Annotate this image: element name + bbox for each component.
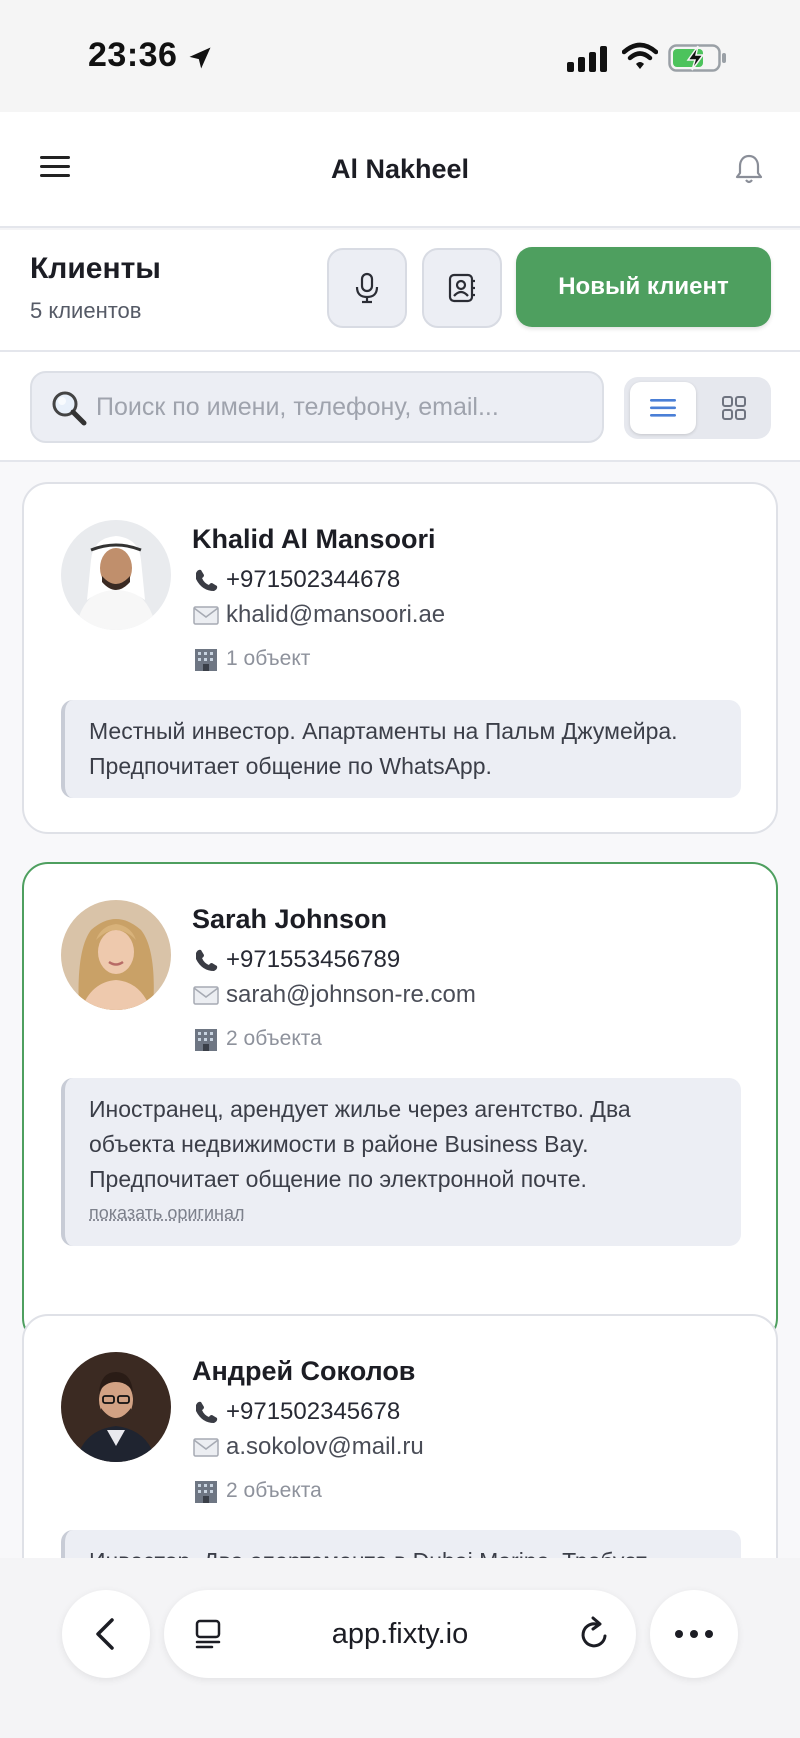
ellipsis-icon <box>675 1630 713 1638</box>
client-objects-text: 1 объект <box>226 647 311 670</box>
contact-book-icon <box>448 273 475 303</box>
view-toggle <box>624 377 771 439</box>
client-phone[interactable]: +971553456789 <box>192 946 400 974</box>
client-name: Sarah Johnson <box>192 904 388 934</box>
client-email[interactable]: a.sokolov@mail.ru <box>192 1433 424 1461</box>
client-note-text: Местный инвестор. Апартаменты на Пальм Д… <box>89 718 678 779</box>
client-note-text: Инвестор. Два апартамента в Dubai Marina… <box>89 1548 647 1558</box>
client-card[interactable]: Khalid Al Mansoori +971502344678 khalid@… <box>22 482 778 834</box>
client-email[interactable]: khalid@mansoori.ae <box>192 601 445 629</box>
search-box[interactable] <box>30 371 604 443</box>
wifi-icon <box>622 42 658 69</box>
bell-icon[interactable] <box>734 152 764 186</box>
page-title: Клиенты <box>30 252 161 285</box>
grid-view-button[interactable] <box>702 382 766 434</box>
envelope-icon <box>193 606 219 625</box>
clients-toolbar: Клиенты 5 клиентов Новый клиент <box>0 230 800 352</box>
client-objects-text: 2 объекта <box>226 1027 322 1050</box>
more-options-button[interactable] <box>650 1590 738 1678</box>
chevron-left-icon <box>96 1618 114 1650</box>
status-time: 23:36 <box>88 36 178 74</box>
avatar <box>61 900 171 1010</box>
building-icon <box>195 1029 217 1051</box>
url-text: app.fixty.io <box>331 1618 469 1650</box>
client-phone-text: +971502344678 <box>226 566 401 593</box>
import-contacts-button[interactable] <box>422 248 502 328</box>
browser-toolbar: app.fixty.io <box>0 1558 800 1738</box>
building-icon <box>195 649 217 671</box>
client-email-text: a.sokolov@mail.ru <box>226 1433 424 1460</box>
client-name: Khalid Al Mansoori <box>192 524 436 554</box>
client-email-text: sarah@johnson-re.com <box>226 981 476 1008</box>
client-objects: 2 объекта <box>192 1026 322 1052</box>
client-phone[interactable]: +971502345678 <box>192 1398 400 1426</box>
phone-icon <box>196 1401 218 1423</box>
building-icon <box>195 1481 217 1503</box>
client-email-text: khalid@mansoori.ae <box>226 601 446 628</box>
phone-icon <box>196 949 218 971</box>
app-title: Al Nakheel <box>330 154 470 184</box>
address-bar[interactable]: app.fixty.io <box>164 1590 636 1678</box>
grid-icon <box>722 396 746 420</box>
voice-input-button[interactable] <box>327 248 407 328</box>
location-arrow-icon <box>189 47 211 69</box>
list-icon <box>650 399 676 417</box>
microphone-icon <box>355 272 379 304</box>
cellular-signal-icon <box>567 46 607 72</box>
client-objects-text: 2 объекта <box>226 1479 322 1502</box>
phone-icon <box>196 569 218 591</box>
client-card[interactable]: Андрей Соколов +971502345678 a.sokolov@m… <box>22 1314 778 1558</box>
client-note-text: Иностранец, арендует жилье через агентст… <box>89 1096 631 1192</box>
list-view-button[interactable] <box>630 382 696 434</box>
client-note: Местный инвестор. Апартаменты на Пальм Д… <box>61 700 741 798</box>
battery-charging-icon <box>668 44 726 72</box>
search-input[interactable] <box>96 373 596 441</box>
client-phone-text: +971502345678 <box>226 1398 401 1425</box>
client-list[interactable]: Khalid Al Mansoori +971502344678 khalid@… <box>0 462 800 1558</box>
clients-count: 5 клиентов <box>30 298 142 323</box>
avatar <box>61 1352 171 1462</box>
status-bar: 23:36 <box>0 0 800 112</box>
client-objects: 1 объект <box>192 646 310 672</box>
client-email[interactable]: sarah@johnson-re.com <box>192 981 476 1009</box>
client-phone[interactable]: +971502344678 <box>192 566 400 594</box>
back-button[interactable] <box>62 1590 150 1678</box>
reload-icon[interactable] <box>578 1616 612 1652</box>
client-objects: 2 объекта <box>192 1478 322 1504</box>
envelope-icon <box>193 1438 219 1457</box>
new-client-button[interactable]: Новый клиент <box>516 247 771 327</box>
client-phone-text: +971553456789 <box>226 946 401 973</box>
envelope-icon <box>193 986 219 1005</box>
client-note: Инвестор. Два апартамента в Dubai Marina… <box>61 1530 741 1558</box>
client-note: Иностранец, арендует жилье через агентст… <box>61 1078 741 1246</box>
client-card[interactable]: Sarah Johnson +971553456789 sarah@johnso… <box>22 862 778 1344</box>
app-header: Al Nakheel <box>0 112 800 228</box>
avatar <box>61 520 171 630</box>
show-original-link[interactable]: показать оригинал <box>89 1201 717 1225</box>
search-icon <box>52 391 87 426</box>
search-row <box>0 352 800 462</box>
client-name: Андрей Соколов <box>192 1356 416 1386</box>
